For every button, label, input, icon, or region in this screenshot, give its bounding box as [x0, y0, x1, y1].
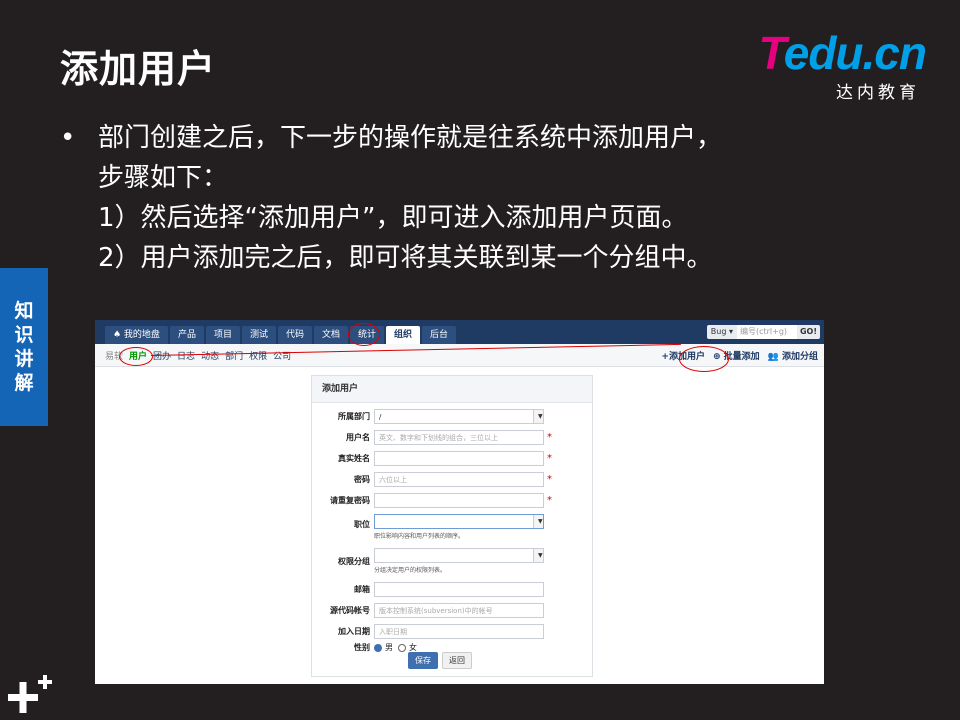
slide-title: 添加用户 — [60, 47, 217, 91]
group-select[interactable] — [374, 548, 544, 563]
tab-org[interactable]: 组织 — [386, 326, 421, 344]
add-group-button[interactable]: 👥 添加分组 — [768, 349, 818, 362]
gender-label: 性别 — [354, 643, 370, 652]
chevron-down-icon: ▼ — [538, 518, 543, 525]
commiter-label: 源代码帐号 — [330, 606, 370, 615]
dept-label: 所属部门 — [338, 412, 370, 421]
row-group: 权限分组 ▼ 分组决定用户的权限列表。 — [312, 548, 592, 574]
row-password: 密码 六位以上 * — [312, 472, 592, 488]
tab-doc[interactable]: 文档 — [314, 326, 349, 344]
row-role: 职位 ▼ 职位影响内容和用户列表的顺序。 — [312, 514, 592, 540]
email-label: 邮箱 — [354, 585, 370, 594]
search-go-button[interactable]: GO! — [796, 325, 820, 339]
role-label: 职位 — [354, 520, 370, 529]
subnav-item-priv[interactable]: 权限 — [249, 349, 267, 362]
role-help: 职位影响内容和用户列表的顺序。 — [374, 533, 465, 540]
group-help: 分组决定用户的权限列表。 — [374, 567, 447, 574]
realname-label: 真实姓名 — [338, 454, 370, 463]
bullet-main-cont: 步骤如下： — [98, 163, 229, 193]
step-2: 2）用户添加完之后，即可将其关联到某一个分组中。 — [98, 243, 713, 273]
side-tab-char: 解 — [14, 372, 34, 394]
row-join: 加入日期 入职日期 — [312, 624, 592, 640]
bullet-main: • 部门创建之后，下一步的操作就是往系统中添加用户， — [60, 118, 880, 158]
subnav-item-dept[interactable]: 部门 — [225, 349, 243, 362]
tab-product[interactable]: 产品 — [169, 326, 204, 344]
row-email: 邮箱 — [312, 582, 592, 598]
app-screenshot: ♠ 我的地盘 产品 项目 测试 代码 文档 统计 组织 后台 Bug ▾ 编号(… — [95, 320, 824, 684]
top-search: Bug ▾ 编号(ctrl+g) GO! — [706, 325, 820, 339]
username-input[interactable]: 英文、数字和下划线的组合，三位以上 — [374, 430, 544, 445]
side-tab-char: 讲 — [14, 348, 34, 370]
subnav-item-dynamic[interactable]: 动态 — [201, 349, 219, 362]
realname-input[interactable] — [374, 451, 544, 466]
gender-female-radio[interactable] — [398, 644, 406, 652]
tab-test[interactable]: 测试 — [241, 326, 276, 344]
chevron-down-icon: ▼ — [538, 552, 543, 559]
row-realname: 真实姓名 * — [312, 451, 592, 467]
group-label: 权限分组 — [338, 557, 370, 566]
add-user-form: 添加用户 所属部门 / ▼ 用户名 英文、数字和下划线的组合，三位以上 * 真实… — [311, 375, 593, 677]
password-input[interactable]: 六位以上 — [374, 472, 544, 487]
logo-rest: edu.cn — [783, 27, 927, 79]
required-mark: * — [547, 453, 552, 464]
dept-select[interactable]: / — [374, 409, 544, 424]
repassword-label: 请重复密码 — [330, 496, 370, 505]
tedu-logo: Tedu.cn 达内教育 — [746, 27, 927, 103]
bullet-dot-icon: • — [60, 123, 76, 153]
annotation-circle-org — [348, 323, 380, 346]
required-mark: * — [547, 474, 552, 485]
search-type-select[interactable]: Bug ▾ — [706, 325, 737, 339]
logo-wordmark: Tedu.cn — [746, 27, 927, 79]
tab-project[interactable]: 项目 — [205, 326, 240, 344]
password-label: 密码 — [354, 475, 370, 484]
side-tab-knowledge: 知 识 讲 解 — [0, 268, 48, 426]
join-date-input[interactable]: 入职日期 — [374, 624, 544, 639]
search-input[interactable]: 编号(ctrl+g) — [736, 325, 797, 339]
repassword-input[interactable] — [374, 493, 544, 508]
tab-code[interactable]: 代码 — [277, 326, 312, 344]
annotation-circle-add-user — [679, 346, 729, 372]
required-mark: * — [547, 495, 552, 506]
logo-subtitle: 达内教育 — [836, 83, 920, 103]
top-nav: ♠ 我的地盘 产品 项目 测试 代码 文档 统计 组织 后台 Bug ▾ 编号(… — [95, 320, 824, 344]
row-dept: 所属部门 / ▼ — [312, 409, 592, 425]
tab-admin[interactable]: 后台 — [422, 326, 457, 344]
bullet-main-text: 部门创建之后，下一步的操作就是往系统中添加用户， — [98, 123, 723, 153]
commiter-input[interactable]: 版本控制系统(subversion)中的帐号 — [374, 603, 544, 618]
row-repassword: 请重复密码 * — [312, 493, 592, 509]
side-tab-char: 识 — [14, 324, 34, 346]
side-tab-char: 知 — [14, 300, 34, 322]
tab-my[interactable]: ♠ 我的地盘 — [105, 326, 168, 344]
gender-male-label: 男 — [385, 643, 393, 652]
subnav-item-company[interactable]: 公司 — [273, 349, 291, 362]
logo-t: T — [758, 27, 784, 79]
gender-male-radio[interactable] — [374, 644, 382, 652]
required-mark: * — [547, 432, 552, 443]
form-buttons: 保存 返回 — [408, 652, 472, 669]
annotation-circle-users — [119, 347, 153, 366]
role-select[interactable] — [374, 514, 544, 529]
form-title: 添加用户 — [312, 376, 592, 403]
chevron-down-icon: ▼ — [538, 413, 543, 420]
email-input[interactable] — [374, 582, 544, 597]
save-button[interactable]: 保存 — [408, 652, 438, 669]
plus-logo-icon — [8, 675, 52, 713]
join-label: 加入日期 — [338, 627, 370, 636]
row-username: 用户名 英文、数字和下划线的组合，三位以上 * — [312, 430, 592, 446]
row-commiter: 源代码帐号 版本控制系统(subversion)中的帐号 — [312, 603, 592, 619]
bullet-list: • 部门创建之后，下一步的操作就是往系统中添加用户， 步骤如下： 1）然后选择“… — [60, 118, 880, 278]
step-1: 1）然后选择“添加用户”，即可进入添加用户页面。 — [98, 203, 688, 233]
back-button[interactable]: 返回 — [442, 652, 472, 669]
username-label: 用户名 — [346, 433, 370, 442]
